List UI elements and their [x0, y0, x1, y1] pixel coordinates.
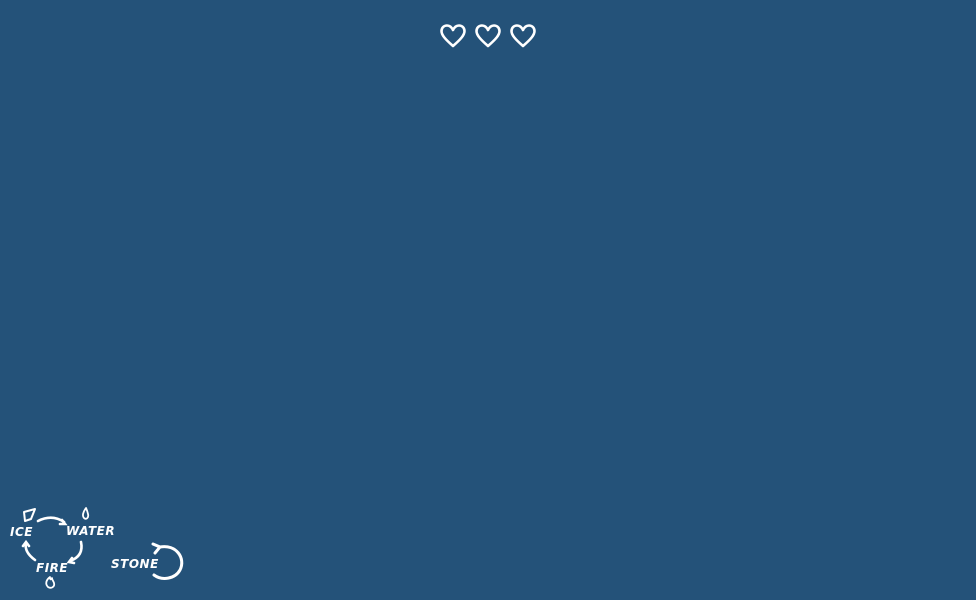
- heart-outline-icon: [510, 24, 536, 48]
- heart-outline-icon: [440, 24, 466, 48]
- ice-crystal-icon: [23, 508, 36, 522]
- fire-label: FIRE: [36, 561, 68, 575]
- heart-outline-icon: [475, 24, 501, 48]
- element-cycle-legend: ICE WATER FIRE STONE: [0, 500, 200, 600]
- flame-icon: [45, 576, 56, 589]
- element-cycle-diagram: ICE WATER FIRE STONE: [10, 507, 184, 589]
- arrow-ice-to-water: [36, 516, 66, 524]
- water-drop-icon: [82, 507, 90, 520]
- stone-label: STONE: [111, 557, 159, 571]
- lives-display: [439, 22, 537, 50]
- game-screen: ICE WATER FIRE STONE: [0, 0, 976, 600]
- water-label: WATER: [66, 524, 115, 538]
- ice-label: ICE: [10, 525, 33, 539]
